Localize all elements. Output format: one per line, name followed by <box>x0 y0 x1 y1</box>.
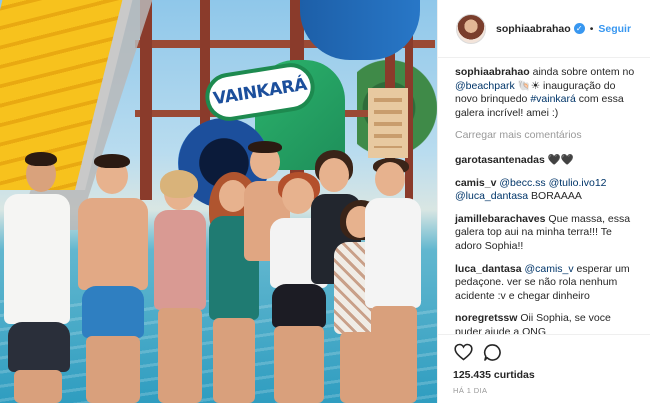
comment-username[interactable]: jamillebarachaves <box>455 213 545 225</box>
header-username[interactable]: sophiaabrahao <box>496 23 571 35</box>
logo-text: VAINKARÁ <box>211 74 309 110</box>
avatar[interactable] <box>456 13 486 44</box>
verified-badge-icon: ✓ <box>573 23 585 34</box>
comment-mention[interactable]: @becc.ss <box>499 177 545 189</box>
instagram-post: VAINKARÁ sophiaabrahao ✓ • Seguir sophia… <box>0 0 650 403</box>
comment-item: noregretssw Oii Sophia, se voce puder aj… <box>455 312 638 334</box>
comment-icon[interactable] <box>482 342 502 362</box>
person <box>355 158 431 403</box>
post-actions: 125.435 curtidas HÁ 1 DIA <box>438 334 650 395</box>
comment-mention[interactable]: @luca_dantasa <box>455 190 528 202</box>
person <box>150 170 210 403</box>
comment-item: camis_v @becc.ss @tulio.ivo12 @luca_dant… <box>455 177 638 204</box>
comment-item: garotasantenadas 🖤🖤 <box>455 154 638 168</box>
comment-username[interactable]: noregretssw <box>455 312 517 324</box>
comment-mention[interactable]: @camis_v <box>524 263 573 275</box>
caption: sophiaabrahao ainda sobre ontem no @beac… <box>455 66 638 120</box>
caption-text: ainda sobre ontem no <box>532 66 635 78</box>
comments-list: sophiaabrahao ainda sobre ontem no @beac… <box>438 58 650 334</box>
post-timestamp: HÁ 1 DIA <box>453 386 488 395</box>
post-sidebar: sophiaabrahao ✓ • Seguir sophiaabrahao a… <box>437 0 650 403</box>
comment-username[interactable]: garotasantenadas <box>455 154 545 166</box>
building <box>368 88 408 158</box>
follow-button[interactable]: Seguir <box>598 23 631 35</box>
separator-dot: • <box>589 22 594 35</box>
load-more-comments[interactable]: Carregar mais comentários <box>455 129 638 143</box>
post-photo[interactable]: VAINKARÁ <box>0 0 437 403</box>
heart-icon[interactable] <box>453 342 473 362</box>
caption-mention[interactable]: @beachpark <box>455 80 515 92</box>
comment-username[interactable]: luca_dantasa <box>455 263 522 275</box>
comment-text: BORAAAA <box>528 190 582 203</box>
person <box>72 154 152 403</box>
likes-count[interactable]: 125.435 curtidas <box>453 369 637 381</box>
caption-username[interactable]: sophiaabrahao <box>455 66 530 78</box>
post-header: sophiaabrahao ✓ • Seguir <box>438 0 650 58</box>
comment-text: 🖤🖤 <box>547 153 574 166</box>
caption-hashtag[interactable]: #vainkará <box>530 93 576 105</box>
comment-item: jamillebarachaves Que massa, essa galera… <box>455 213 638 254</box>
blue-slide <box>300 0 420 60</box>
comment-username[interactable]: camis_v <box>455 177 496 189</box>
comment-item: luca_dantasa @camis_v esperar um pedaçon… <box>455 263 638 304</box>
comment-mention[interactable]: @tulio.ivo12 <box>549 177 607 189</box>
person <box>0 150 70 403</box>
